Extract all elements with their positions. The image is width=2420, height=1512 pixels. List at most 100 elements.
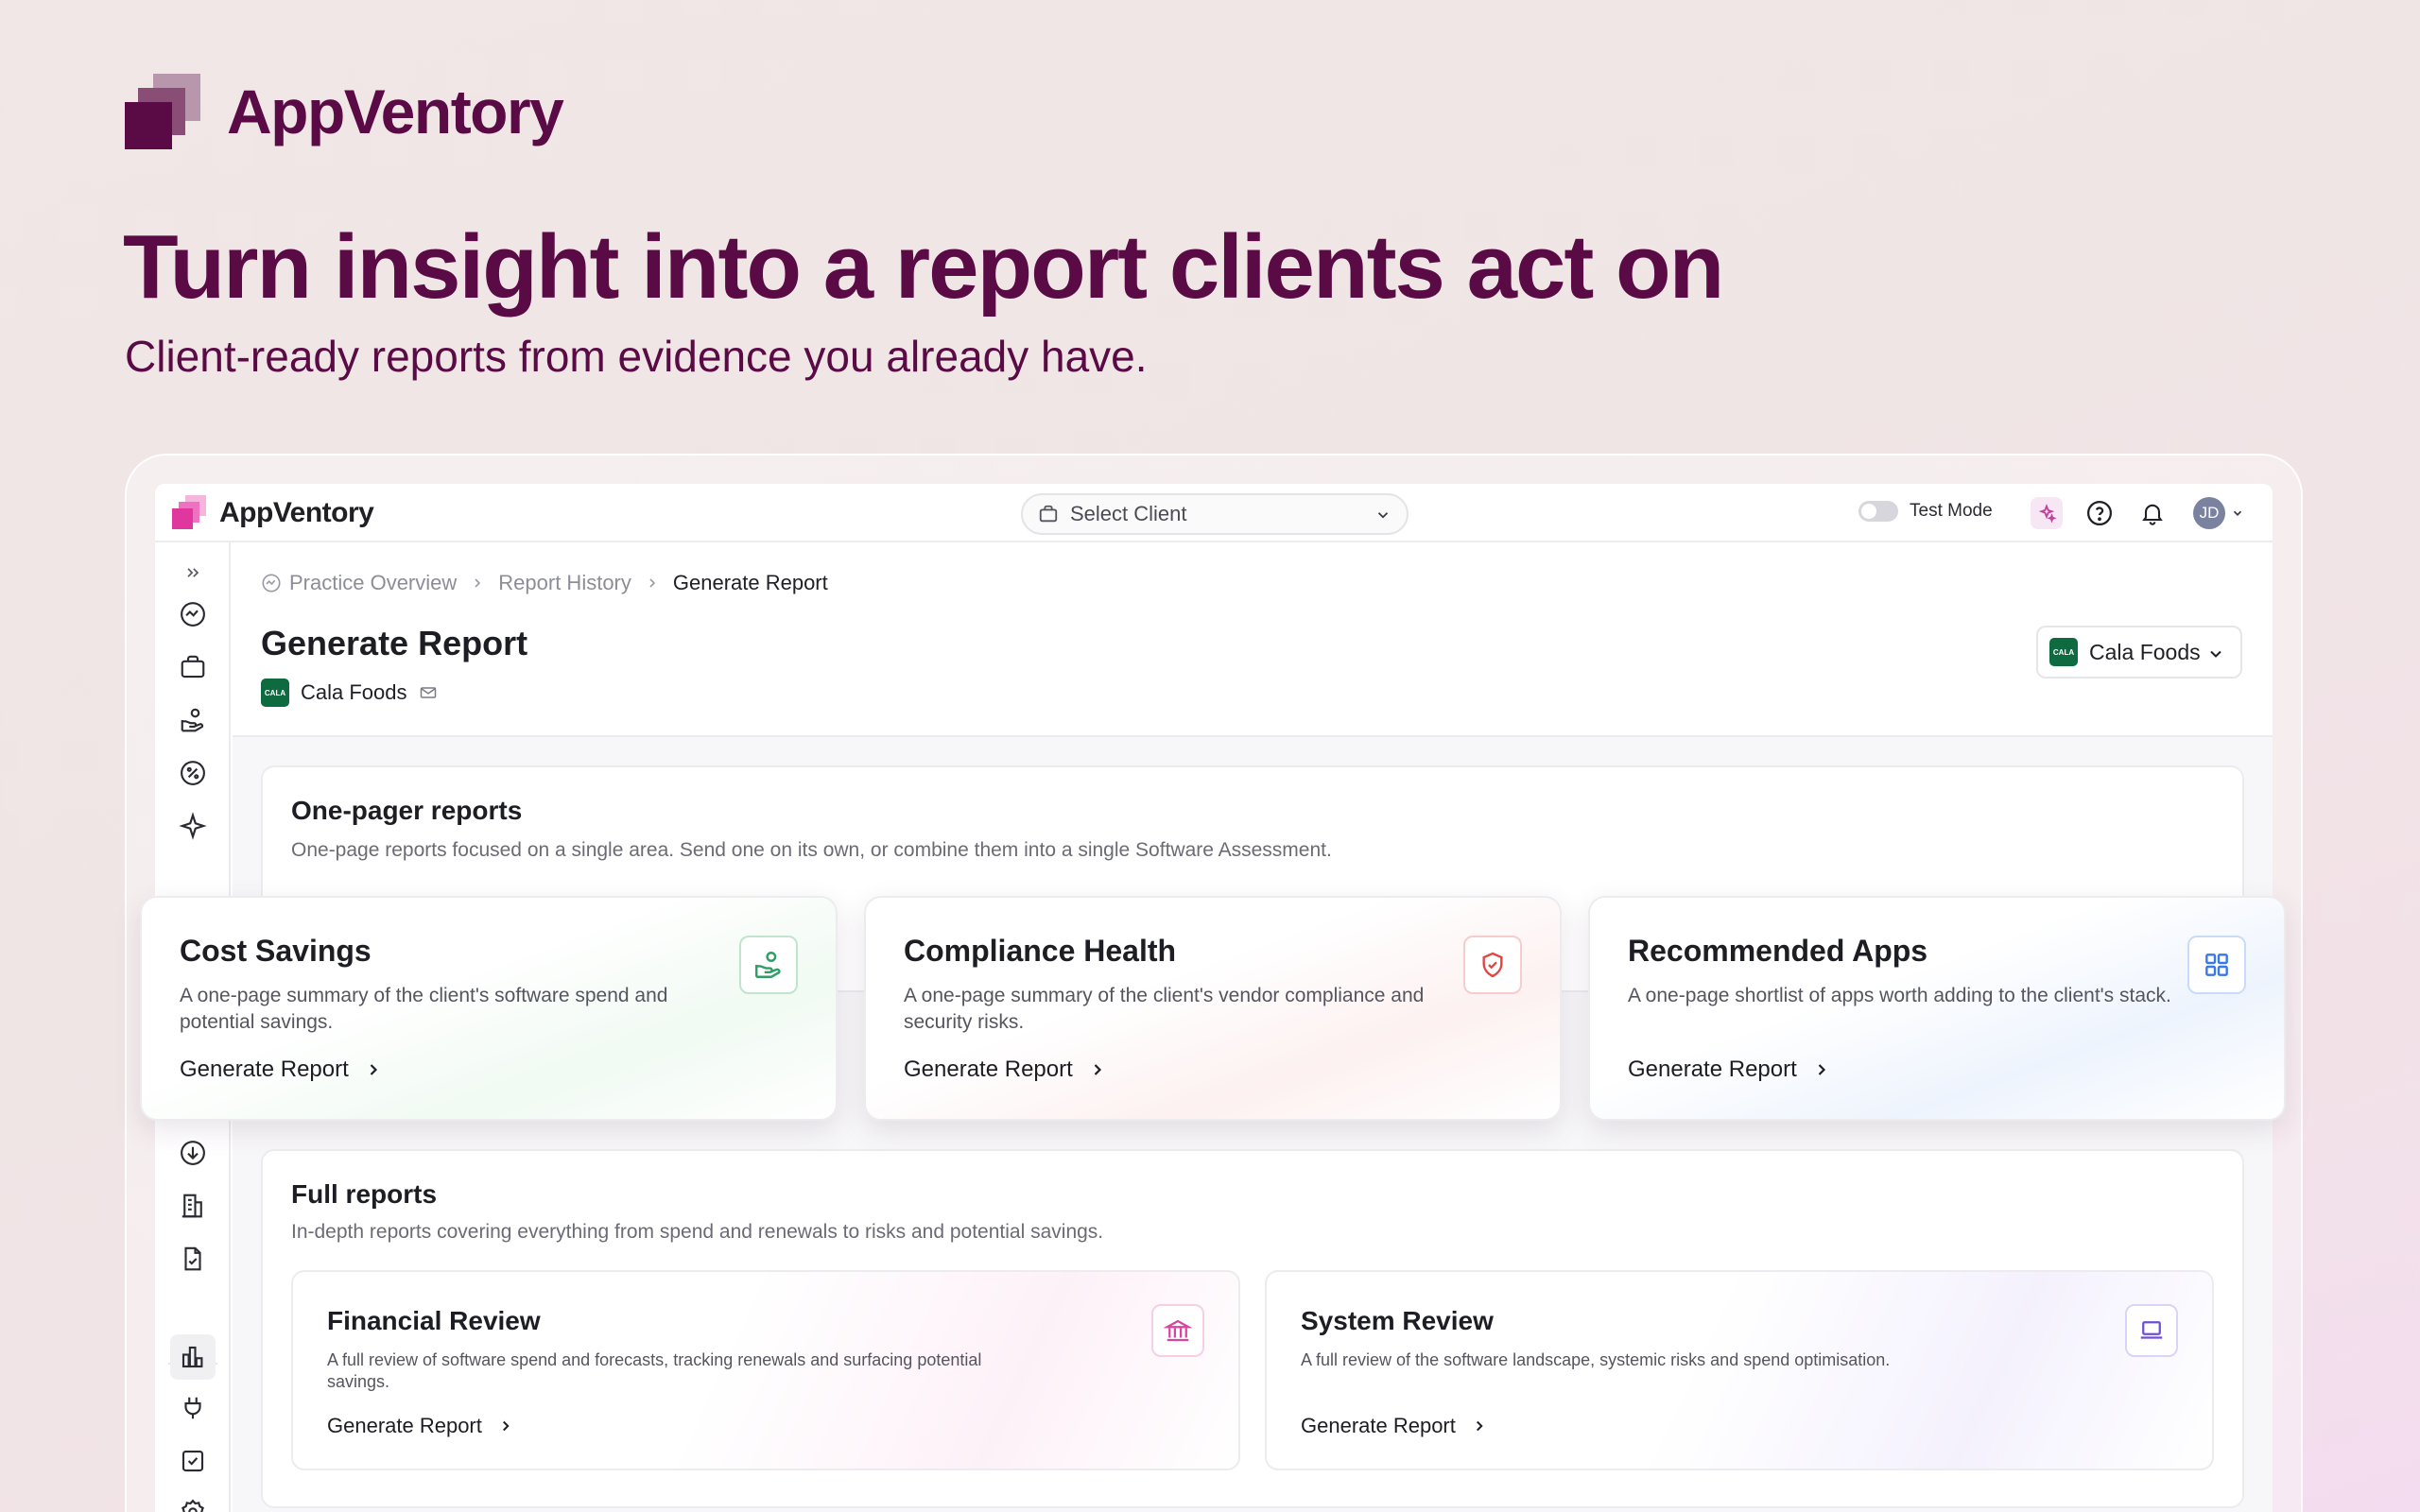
ai-sparkle-button[interactable] <box>2031 497 2063 529</box>
breadcrumb-current: Generate Report <box>672 571 828 594</box>
file-check-icon <box>184 1246 201 1271</box>
shield-check-icon <box>1463 936 1522 994</box>
report-card-title: Financial Review <box>327 1306 541 1335</box>
report-card-compliance-health[interactable]: Compliance Health A one-page summary of … <box>864 896 1562 1121</box>
sidebar-expand-button[interactable] <box>170 550 216 595</box>
generate-report-label: Generate Report <box>1301 1414 1456 1437</box>
grid-icon <box>2187 936 2246 994</box>
client-info: CALA Cala Foods <box>261 679 438 707</box>
sidebar-item-organisations[interactable] <box>170 1183 216 1228</box>
chevron-right-icon <box>364 1060 383 1079</box>
sidebar-item-settings[interactable] <box>170 1489 216 1512</box>
chevron-down-icon[interactable] <box>2231 507 2244 524</box>
notifications-button[interactable] <box>2136 497 2169 529</box>
hero-brand-name: AppVentory <box>227 77 564 146</box>
avatar[interactable]: JD <box>2193 497 2225 529</box>
activity-circle-icon <box>181 602 205 627</box>
report-card-title: Cost Savings <box>180 934 372 968</box>
sidebar-item-overview[interactable] <box>170 592 216 637</box>
report-card-title: Compliance Health <box>904 934 1177 968</box>
generate-report-button[interactable]: Generate Report <box>1301 1414 1488 1438</box>
app-logo-icon[interactable] <box>172 495 208 531</box>
bar-chart-icon <box>182 1346 203 1368</box>
sparkle-icon <box>179 812 207 840</box>
one-pager-description: One-page reports focused on a single are… <box>291 839 1332 861</box>
hero-brand: AppVentory <box>123 72 564 151</box>
sidebar-item-downloads[interactable] <box>170 1130 216 1176</box>
chevron-down-icon <box>1374 507 1392 528</box>
report-card-description: A one-page summary of the client's softw… <box>180 985 668 1033</box>
hand-coins-icon <box>181 708 204 732</box>
report-card-description: A one-page summary of the client's vendo… <box>904 985 1425 1033</box>
percent-circle-icon <box>181 761 205 785</box>
download-circle-icon <box>181 1141 205 1165</box>
generate-report-button[interactable]: Generate Report <box>180 1057 383 1083</box>
report-card-description: A full review of software spend and fore… <box>327 1350 982 1391</box>
test-mode-toggle[interactable] <box>1858 501 1898 522</box>
gear-icon <box>182 1499 204 1512</box>
generate-report-label: Generate Report <box>327 1414 482 1437</box>
chevron-right-icon <box>470 576 485 591</box>
chevron-right-icon <box>1471 1418 1488 1435</box>
generate-report-button[interactable]: Generate Report <box>1628 1057 1831 1083</box>
full-reports-panel: Full reports In-depth reports covering e… <box>261 1149 2244 1508</box>
report-card-title: System Review <box>1301 1306 1494 1335</box>
generate-report-button[interactable]: Generate Report <box>327 1414 514 1438</box>
generate-report-label: Generate Report <box>1628 1057 1797 1082</box>
bank-icon <box>1151 1304 1204 1357</box>
client-select-placeholder: Select Client <box>1070 502 1187 525</box>
sidebar-item-savings[interactable] <box>170 697 216 743</box>
chevron-right-icon <box>645 576 660 591</box>
breadcrumb-practice-overview[interactable]: Practice Overview <box>289 571 457 595</box>
client-name: Cala Foods <box>301 680 407 704</box>
client-logo: CALA <box>2049 638 2078 666</box>
briefcase-icon <box>1038 504 1059 524</box>
sidebar-item-ai[interactable] <box>170 803 216 849</box>
report-card-financial-review[interactable]: Financial Review A full review of softwa… <box>291 1270 1240 1470</box>
sidebar-item-documents[interactable] <box>170 1236 216 1281</box>
mail-icon[interactable] <box>419 683 438 702</box>
full-reports-title: Full reports <box>291 1179 438 1209</box>
sidebar-item-clients[interactable] <box>170 644 216 690</box>
chevron-right-icon <box>497 1418 514 1435</box>
checkbox-icon <box>182 1450 204 1472</box>
generate-report-button[interactable]: Generate Report <box>904 1057 1107 1083</box>
generate-report-label: Generate Report <box>904 1057 1073 1082</box>
help-button[interactable] <box>2083 497 2116 529</box>
activity-circle-icon <box>261 573 282 593</box>
building-icon <box>182 1194 202 1218</box>
client-dropdown-value: Cala Foods <box>2089 639 2201 664</box>
sidebar-item-integrations[interactable] <box>170 1385 216 1431</box>
report-card-cost-savings[interactable]: Cost Savings A one-page summary of the c… <box>140 896 838 1121</box>
breadcrumb: Practice Overview Report History Generat… <box>261 571 828 595</box>
test-mode-control[interactable]: Test Mode <box>1858 501 1993 522</box>
report-card-description: A full review of the software landscape,… <box>1301 1350 1891 1369</box>
hero-title: Turn insight into a report clients act o… <box>123 216 1724 318</box>
laptop-icon <box>2125 1304 2178 1357</box>
bell-icon <box>2142 504 2163 525</box>
sidebar-item-tasks[interactable] <box>170 1438 216 1484</box>
chevron-right-icon <box>1812 1060 1831 1079</box>
plug-icon <box>184 1397 201 1419</box>
brand-logo-icon <box>123 72 200 151</box>
report-card-title: Recommended Apps <box>1628 934 1928 968</box>
report-card-system-review[interactable]: System Review A full review of the softw… <box>1265 1270 2214 1470</box>
generate-report-label: Generate Report <box>180 1057 349 1082</box>
hand-coins-icon <box>739 936 798 994</box>
top-bar: AppVentory Select Client Test Mode JD <box>155 484 2273 542</box>
sidebar-item-reports[interactable] <box>170 1334 216 1380</box>
client-dropdown[interactable]: CALA Cala Foods <box>2036 626 2242 679</box>
test-mode-label: Test Mode <box>1910 501 1993 521</box>
client-select[interactable]: Select Client <box>1021 493 1409 535</box>
report-card-description: A one-page shortlist of apps worth addin… <box>1628 985 2171 1006</box>
full-reports-description: In-depth reports covering everything fro… <box>291 1221 1104 1243</box>
chevrons-right-icon <box>187 568 199 577</box>
chevron-down-icon <box>2206 644 2225 668</box>
breadcrumb-report-history[interactable]: Report History <box>498 571 631 595</box>
sidebar-item-discounts[interactable] <box>170 750 216 796</box>
hero-subtitle: Client-ready reports from evidence you a… <box>125 332 1148 381</box>
page-title: Generate Report <box>261 624 528 662</box>
sparkle-icon <box>2038 504 2057 524</box>
app-name[interactable]: AppVentory <box>219 497 374 529</box>
report-card-recommended-apps[interactable]: Recommended Apps A one-page shortlist of… <box>1588 896 2286 1121</box>
